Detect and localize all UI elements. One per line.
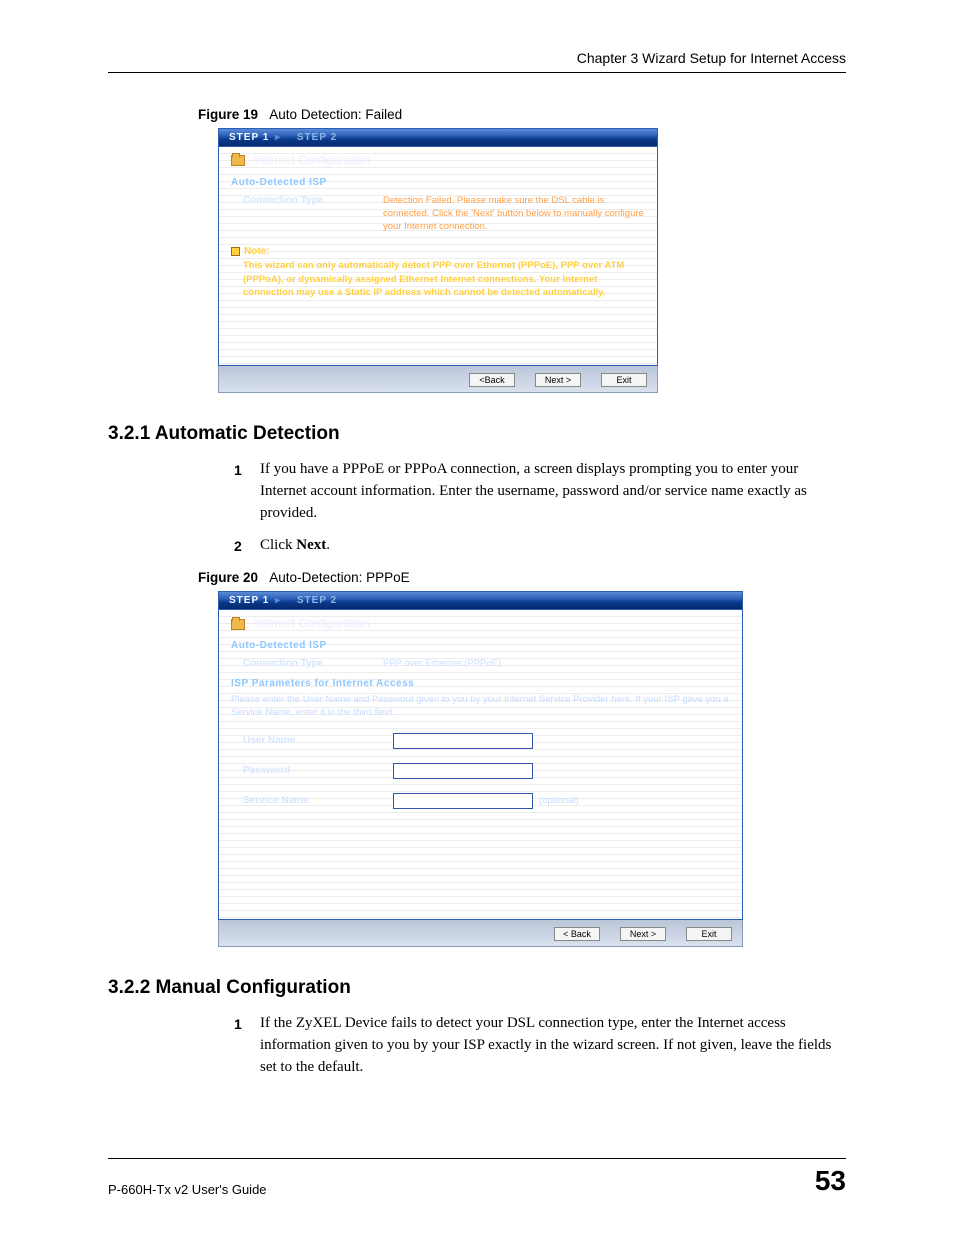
connection-type-label: Connection Type bbox=[243, 658, 383, 671]
figure-20-screenshot: STEP 1 ▸ STEP 2 Internet Configuration A… bbox=[218, 591, 743, 947]
next-button[interactable]: Next > bbox=[535, 373, 581, 387]
username-input[interactable] bbox=[393, 733, 533, 749]
wizard-title-text: Internet Configuration bbox=[254, 616, 369, 630]
section-isp-parameters: ISP Parameters for Internet Access bbox=[231, 674, 730, 693]
connection-type-row: Connection Type PPP over Ethernet (PPPoE… bbox=[231, 655, 730, 674]
list-item: If the ZyXEL Device fails to detect your… bbox=[238, 1013, 846, 1078]
figure-19-caption: Figure 19 Auto Detection: Failed bbox=[198, 107, 846, 122]
wizard-body: Internet Configuration Auto-Detected ISP… bbox=[218, 147, 658, 366]
password-row: Password bbox=[231, 756, 730, 786]
wizard-window-title: Internet Configuration bbox=[231, 151, 645, 173]
list-item: Click Next. bbox=[238, 535, 846, 557]
guide-name: P-660H-Tx v2 User's Guide bbox=[108, 1182, 267, 1197]
section-auto-detected-isp: Auto-Detected ISP bbox=[231, 173, 645, 192]
chapter-header: Chapter 3 Wizard Setup for Internet Acce… bbox=[108, 50, 846, 73]
next-button[interactable]: Next > bbox=[620, 927, 666, 941]
figure-20-caption: Figure 20 Auto-Detection: PPPoE bbox=[198, 570, 846, 585]
service-name-label: Service Name bbox=[243, 795, 393, 806]
section-3-2-2-heading: 3.2.2 Manual Configuration bbox=[108, 977, 846, 999]
password-input[interactable] bbox=[393, 763, 533, 779]
optional-text: (optional) bbox=[539, 795, 579, 806]
section-isp-description: Please enter the User Name and Password … bbox=[231, 693, 730, 726]
pin-icon bbox=[231, 247, 240, 256]
step-2-tab: STEP 2 bbox=[297, 132, 337, 143]
figure-20-title: Auto-Detection: PPPoE bbox=[269, 570, 409, 585]
folder-icon bbox=[231, 155, 245, 166]
page-footer: P-660H-Tx v2 User's Guide 53 bbox=[108, 1158, 846, 1197]
exit-button[interactable]: Exit bbox=[686, 927, 732, 941]
back-button[interactable]: <Back bbox=[469, 373, 515, 387]
note-text: This wizard can only automatically detec… bbox=[231, 257, 645, 299]
note-label-text: Note: bbox=[244, 246, 270, 257]
connection-type-row: Connection Type Detection Failed. Please… bbox=[231, 192, 645, 236]
wizard-footer: <Back Next > Exit bbox=[218, 366, 658, 393]
step-1-tab: STEP 1 bbox=[229, 132, 269, 143]
figure-19-label: Figure 19 bbox=[198, 107, 258, 122]
figure-19-title: Auto Detection: Failed bbox=[269, 107, 402, 122]
wizard-title-text: Internet Configuration bbox=[254, 153, 369, 167]
connection-type-value: Detection Failed. Please make sure the D… bbox=[383, 195, 645, 233]
connection-type-value: PPP over Ethernet (PPPoE) bbox=[383, 658, 730, 671]
list-item: If you have a PPPoE or PPPoA connection,… bbox=[238, 459, 846, 524]
password-label: Password bbox=[243, 765, 393, 776]
exit-button[interactable]: Exit bbox=[601, 373, 647, 387]
step-arrow-icon: ▸ bbox=[275, 132, 281, 143]
section-3-2-2-list: If the ZyXEL Device fails to detect your… bbox=[238, 1013, 846, 1078]
bold-next: Next bbox=[296, 537, 326, 553]
service-name-row: Service Name (optional) bbox=[231, 786, 730, 816]
step-2-tab: STEP 2 bbox=[297, 595, 337, 606]
username-row: User Name bbox=[231, 726, 730, 756]
service-name-input[interactable] bbox=[393, 793, 533, 809]
step-arrow-icon: ▸ bbox=[275, 595, 281, 606]
folder-icon bbox=[231, 619, 245, 630]
section-3-2-1-list: If you have a PPPoE or PPPoA connection,… bbox=[238, 459, 846, 556]
section-auto-detected-isp: Auto-Detected ISP bbox=[231, 636, 730, 655]
username-label: User Name bbox=[243, 735, 393, 746]
wizard-footer: < Back Next > Exit bbox=[218, 920, 743, 947]
section-3-2-1-heading: 3.2.1 Automatic Detection bbox=[108, 423, 846, 445]
note-heading: Note: bbox=[231, 236, 645, 257]
step-1-tab: STEP 1 bbox=[229, 595, 269, 606]
wizard-body: Internet Configuration Auto-Detected ISP… bbox=[218, 610, 743, 920]
figure-19-screenshot: STEP 1 ▸ STEP 2 Internet Configuration A… bbox=[218, 128, 658, 393]
step-bar: STEP 1 ▸ STEP 2 bbox=[218, 128, 658, 147]
back-button[interactable]: < Back bbox=[554, 927, 600, 941]
page-number: 53 bbox=[815, 1165, 846, 1197]
figure-20-label: Figure 20 bbox=[198, 570, 258, 585]
step-bar: STEP 1 ▸ STEP 2 bbox=[218, 591, 743, 610]
wizard-window-title: Internet Configuration bbox=[231, 614, 730, 636]
connection-type-label: Connection Type bbox=[243, 195, 383, 233]
